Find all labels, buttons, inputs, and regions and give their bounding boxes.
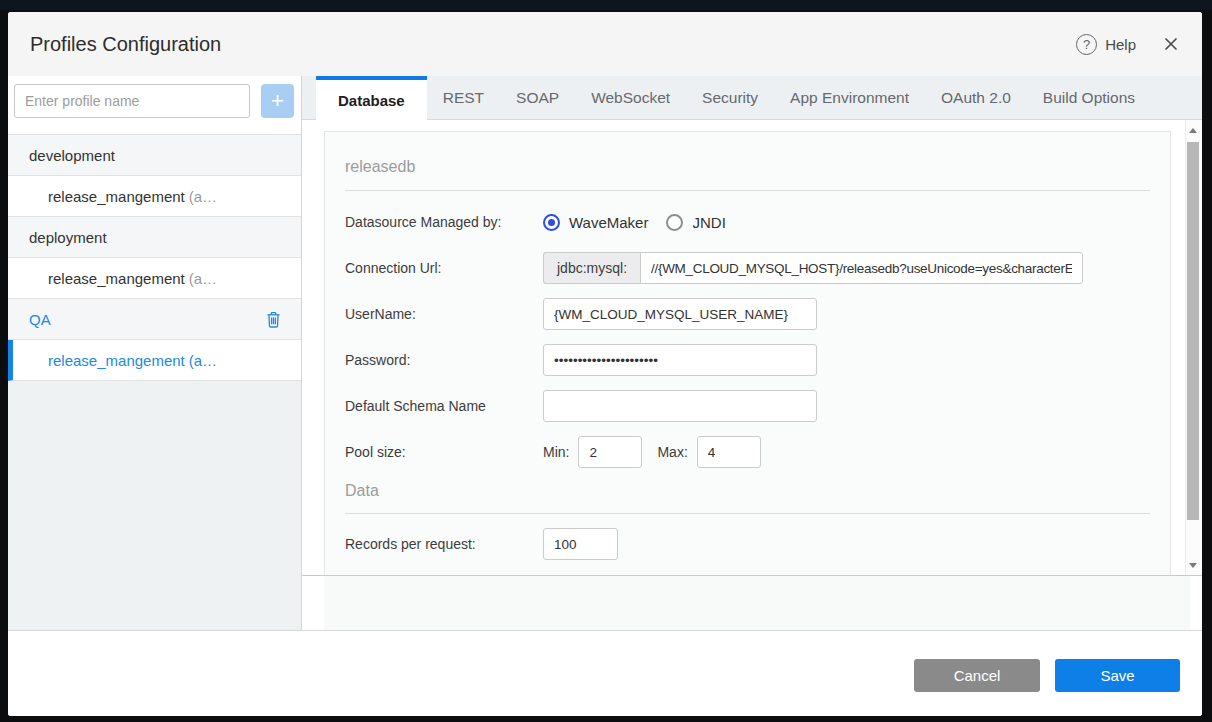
- database-settings-panel: releasedb Datasource Managed by: WaveMak…: [324, 131, 1171, 576]
- scroll-up-arrow[interactable]: [1186, 122, 1200, 138]
- tab-websocket[interactable]: WebSocket: [575, 76, 686, 119]
- records-input[interactable]: [543, 528, 618, 560]
- tab-content-scroll-area: releasedb Datasource Managed by: WaveMak…: [302, 120, 1202, 576]
- datasource-label: Datasource Managed by:: [345, 214, 543, 230]
- radio-unselected-icon: [666, 214, 683, 231]
- schema-row: Default Schema Name: [345, 390, 1150, 422]
- connection-url-group: jdbc:mysql:: [543, 252, 1083, 284]
- pool-size-label: Pool size:: [345, 444, 543, 460]
- cancel-button[interactable]: Cancel: [914, 659, 1040, 692]
- username-label: UserName:: [345, 306, 543, 322]
- schema-label: Default Schema Name: [345, 398, 543, 414]
- password-input[interactable]: [543, 344, 817, 376]
- pool-size-controls: Min: Max:: [543, 436, 761, 468]
- profile-item-label: release_mangement: [48, 188, 185, 205]
- pool-max-label: Max:: [657, 444, 687, 460]
- data-section-title: Data: [345, 482, 1150, 500]
- connection-url-label: Connection Url:: [345, 260, 543, 276]
- datasource-row: Datasource Managed by: WaveMaker JNDI: [345, 206, 1150, 238]
- connection-url-prefix: jdbc:mysql:: [543, 252, 640, 284]
- close-icon: [1163, 36, 1179, 52]
- tab-build-options[interactable]: Build Options: [1027, 76, 1151, 119]
- password-label: Password:: [345, 352, 543, 368]
- pool-max-input[interactable]: [697, 436, 761, 468]
- background-top-strip: [0, 0, 1212, 10]
- tab-security[interactable]: Security: [686, 76, 774, 119]
- profile-item-suffix: (a…: [189, 188, 217, 205]
- username-input[interactable]: [543, 298, 817, 330]
- section-divider: [345, 513, 1150, 514]
- dialog-header: Profiles Configuration ? Help: [8, 12, 1202, 76]
- profile-item-deployment[interactable]: release_mangement(a…: [8, 258, 301, 299]
- dialog-body: + development release_mangement(a… deplo…: [8, 76, 1202, 630]
- tab-app-environment[interactable]: App Environment: [774, 76, 925, 119]
- profile-group-deployment[interactable]: deployment: [8, 217, 301, 258]
- radio-wavemaker[interactable]: WaveMaker: [543, 214, 648, 231]
- profile-group-label: QA: [29, 311, 51, 328]
- screen-background: Profiles Configuration ? Help +: [0, 0, 1212, 722]
- help-button[interactable]: ? Help: [1076, 34, 1136, 55]
- radio-jndi[interactable]: JNDI: [666, 214, 725, 231]
- connection-url-row: Connection Url: jdbc:mysql:: [345, 252, 1150, 284]
- help-icon: ?: [1076, 34, 1097, 55]
- records-label: Records per request:: [345, 536, 543, 552]
- tab-bar: Database REST SOAP WebSocket Security Ap…: [302, 76, 1202, 120]
- records-row: Records per request:: [345, 528, 1150, 560]
- radio-jndi-label: JNDI: [692, 214, 725, 231]
- close-button[interactable]: [1162, 35, 1180, 53]
- profile-item-label: release_mangement: [48, 270, 185, 287]
- schema-input[interactable]: [543, 390, 817, 422]
- pool-min-input[interactable]: [578, 436, 642, 468]
- profile-group-qa[interactable]: QA: [8, 299, 301, 340]
- profiles-list: development release_mangement(a… deploym…: [8, 135, 301, 381]
- profile-detail-pane: Database REST SOAP WebSocket Security Ap…: [302, 76, 1202, 630]
- delete-profile-icon[interactable]: [266, 311, 281, 328]
- profile-group-label: deployment: [29, 229, 107, 246]
- profile-item-qa[interactable]: release_mangement(a…: [8, 340, 301, 381]
- dialog-footer: Cancel Save: [8, 630, 1202, 716]
- save-button[interactable]: Save: [1055, 659, 1180, 692]
- radio-selected-icon: [543, 214, 560, 231]
- db-section-title: releasedb: [345, 158, 1150, 176]
- profile-item-label: release_mangement: [48, 352, 185, 369]
- tab-content-lower-area: [302, 576, 1202, 630]
- tab-soap[interactable]: SOAP: [500, 76, 575, 119]
- profile-item-development[interactable]: release_mangement(a…: [8, 176, 301, 217]
- profile-group-development[interactable]: development: [8, 135, 301, 176]
- profile-item-suffix: (a…: [189, 352, 217, 369]
- password-row: Password:: [345, 344, 1150, 376]
- tab-database[interactable]: Database: [316, 76, 427, 120]
- profiles-sidebar: + development release_mangement(a… deplo…: [8, 76, 302, 630]
- pool-min-label: Min:: [543, 444, 569, 460]
- datasource-radio-group: WaveMaker JNDI: [543, 214, 726, 231]
- dialog-title: Profiles Configuration: [30, 33, 221, 56]
- profile-name-input[interactable]: [14, 84, 250, 118]
- pool-size-row: Pool size: Min: Max:: [345, 436, 1150, 468]
- profile-search-row: +: [8, 76, 301, 135]
- section-divider: [345, 190, 1150, 191]
- help-label: Help: [1105, 36, 1136, 53]
- profile-group-label: development: [29, 147, 115, 164]
- tab-content-lower-surface: [324, 576, 1190, 630]
- vertical-scrollbar[interactable]: [1185, 120, 1200, 575]
- connection-url-input[interactable]: [640, 252, 1083, 284]
- scrollbar-thumb[interactable]: [1187, 142, 1199, 520]
- add-profile-button[interactable]: +: [261, 84, 294, 118]
- tab-rest[interactable]: REST: [427, 76, 500, 119]
- header-actions: ? Help: [1076, 34, 1180, 55]
- profiles-configuration-dialog: Profiles Configuration ? Help +: [8, 12, 1202, 716]
- radio-wavemaker-label: WaveMaker: [569, 214, 648, 231]
- username-row: UserName:: [345, 298, 1150, 330]
- sidebar-filler: [8, 381, 301, 630]
- tab-oauth[interactable]: OAuth 2.0: [925, 76, 1027, 119]
- scroll-down-arrow[interactable]: [1186, 557, 1200, 573]
- profile-item-suffix: (a…: [189, 270, 217, 287]
